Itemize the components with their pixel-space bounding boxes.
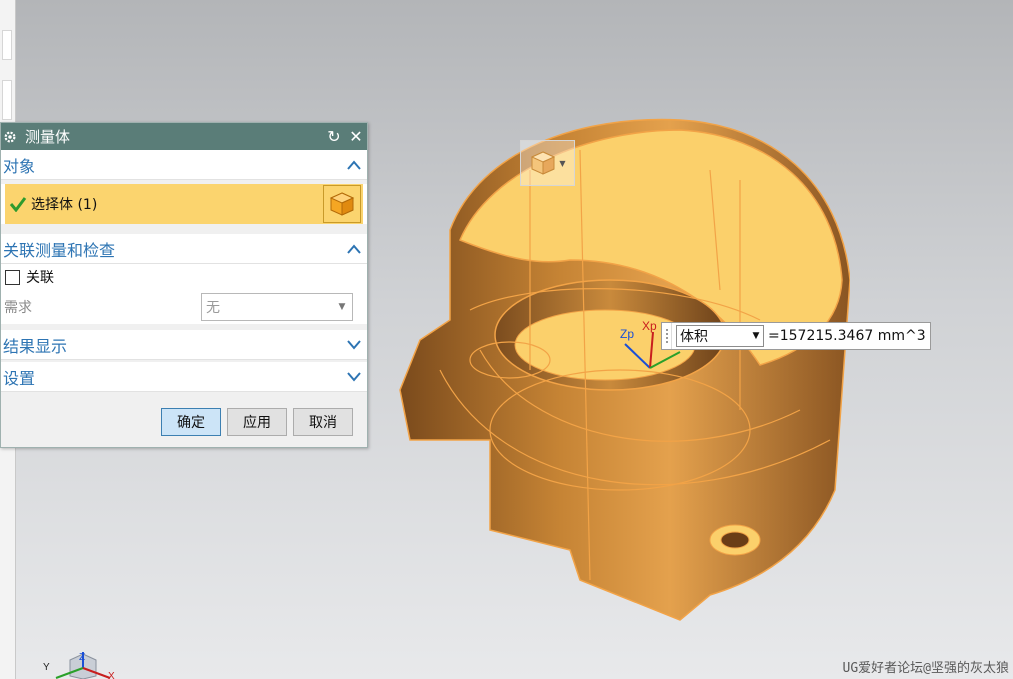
triad-z-label: Z bbox=[79, 652, 85, 663]
chevron-down-icon: ▼ bbox=[752, 331, 760, 341]
xp-label: Xp bbox=[642, 319, 657, 333]
triad-x-label: X bbox=[108, 671, 115, 679]
requirement-row: 需求 无 ▼ bbox=[1, 290, 367, 324]
requirement-label: 需求 bbox=[4, 300, 32, 316]
type-filter-button[interactable]: ▼ bbox=[520, 140, 575, 186]
watermark: UG爱好者论坛@坚强的灰太狼 bbox=[842, 661, 1009, 676]
chevron-up-icon[interactable] bbox=[341, 159, 367, 170]
part-model[interactable]: Zp Xp bbox=[380, 110, 850, 630]
cancel-button[interactable]: 取消 bbox=[293, 408, 353, 436]
measure-type-select[interactable]: 体积 ▼ bbox=[676, 325, 764, 347]
section-related-body: 关联 需求 无 ▼ bbox=[1, 264, 367, 324]
associate-row[interactable]: 关联 bbox=[1, 264, 367, 290]
view-triad[interactable]: Y Z X bbox=[38, 648, 128, 679]
dialog-title: 测量体 bbox=[25, 128, 71, 146]
section-results-header[interactable]: 结果显示 bbox=[1, 330, 367, 360]
section-settings-label: 设置 bbox=[3, 368, 36, 388]
associate-checkbox[interactable] bbox=[5, 269, 20, 285]
section-results-label: 结果显示 bbox=[3, 336, 68, 356]
drag-handle[interactable] bbox=[662, 323, 672, 349]
section-object-label: 对象 bbox=[3, 156, 36, 176]
dialog-buttons: 确定 应用 取消 bbox=[161, 408, 353, 436]
resource-tab[interactable] bbox=[2, 30, 12, 60]
section-settings-header[interactable]: 设置 bbox=[1, 362, 367, 392]
ok-button[interactable]: 确定 bbox=[161, 408, 221, 436]
solid-body-icon bbox=[531, 151, 556, 175]
resource-tab[interactable] bbox=[2, 80, 12, 120]
chevron-down-icon[interactable] bbox=[341, 339, 367, 350]
select-body-row[interactable]: 选择体 (1) bbox=[5, 184, 363, 224]
gear-icon[interactable] bbox=[3, 130, 17, 144]
chevron-down-icon: ▼ bbox=[338, 302, 346, 312]
section-related-header[interactable]: 关联测量和检查 bbox=[1, 234, 367, 264]
select-body-label: 选择体 (1) bbox=[31, 197, 98, 213]
apply-button[interactable]: 应用 bbox=[227, 408, 287, 436]
mount-hole bbox=[720, 531, 750, 549]
measure-result-box[interactable]: 体积 ▼ =157215.3467 mm^3 bbox=[661, 322, 931, 350]
reset-icon[interactable]: ↻ bbox=[323, 127, 345, 146]
chevron-down-icon: ▼ bbox=[559, 158, 566, 168]
close-icon[interactable]: ✕ bbox=[345, 127, 367, 146]
triad-y-label: Y bbox=[43, 662, 50, 673]
chevron-up-icon[interactable] bbox=[341, 243, 367, 254]
dialog-title-bar[interactable]: 测量体 ↻ ✕ bbox=[1, 123, 367, 150]
zp-label: Zp bbox=[620, 327, 634, 341]
section-related-label: 关联测量和检查 bbox=[3, 240, 116, 260]
requirement-select[interactable]: 无 ▼ bbox=[201, 293, 353, 321]
check-icon bbox=[5, 196, 31, 212]
associate-label: 关联 bbox=[26, 270, 54, 286]
section-object-header[interactable]: 对象 bbox=[1, 150, 367, 180]
measure-type-value: 体积 bbox=[680, 329, 708, 345]
chevron-down-icon[interactable] bbox=[341, 371, 367, 382]
measure-value: =157215.3467 mm^3 bbox=[768, 328, 926, 344]
measure-body-dialog: 测量体 ↻ ✕ 对象 选择体 (1) 关联测量和检查 关联 需求 无 ▼ 结果显… bbox=[0, 122, 368, 448]
solid-body-icon bbox=[329, 192, 355, 216]
requirement-value: 无 bbox=[206, 300, 220, 316]
section-object-body: 选择体 (1) bbox=[1, 184, 367, 224]
select-body-button[interactable] bbox=[323, 185, 361, 223]
